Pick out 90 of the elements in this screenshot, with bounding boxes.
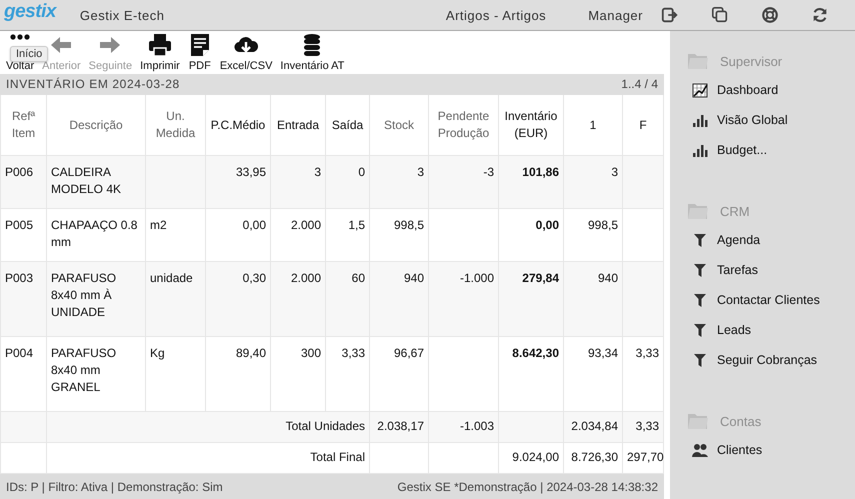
total-label: Total Final (46, 442, 370, 474)
tooltip: Início (10, 46, 48, 62)
status-text: Gestix SE *Demonstração | 2024-03-28 14:38:32 (397, 480, 658, 494)
section-title: Contas (720, 414, 762, 428)
sidebar-item[interactable]: Leads (670, 315, 855, 345)
total-cell: 3,33 (622, 412, 664, 443)
table-cell: 279,84 (498, 262, 564, 337)
sidebar-item[interactable]: Dashboard (670, 75, 855, 105)
table-cell: 3 (370, 156, 428, 209)
exit-icon[interactable] (661, 6, 679, 24)
total-cell: 297,70 (622, 442, 664, 474)
table-cell: 89,40 (206, 336, 270, 412)
table-cell: m2 (146, 208, 206, 262)
pagination: 1..4 / 4 (621, 77, 658, 92)
table-cell: P005 (0, 208, 46, 262)
bar-chart-icon (692, 142, 708, 158)
printer-icon (148, 32, 172, 57)
total-cell: 2.038,17 (370, 412, 428, 443)
toolbar-button[interactable]: PDF (184, 32, 216, 74)
section-title: Supervisor (720, 54, 782, 68)
report-title: INVENTÁRIO EM 2024-03-28 (6, 77, 180, 92)
table-cell: 60 (326, 262, 370, 337)
sidebar-item[interactable]: Tarefas (670, 255, 855, 285)
table-cell: P006 (0, 156, 46, 209)
table-cell: 0,00 (498, 208, 564, 262)
sidebar-item[interactable]: Agenda (670, 225, 855, 255)
table-cell: 3,33 (326, 336, 370, 412)
table-cell: -1.000 (428, 262, 498, 337)
table-cell: Kg (146, 336, 206, 412)
folder-icon (688, 203, 708, 219)
table-cell: CHAPAAÇO 0.8 mm (46, 208, 146, 262)
funnel-icon (692, 292, 708, 308)
table-cell: 3,33 (622, 336, 664, 412)
table-cell: 3 (564, 156, 622, 209)
chart-icon (692, 82, 708, 98)
table-cell: 1,5 (326, 208, 370, 262)
toolbar-button[interactable]: Inventário AT (276, 32, 348, 74)
table-cell: 3 (270, 156, 326, 209)
table-cell: P004 (0, 336, 46, 412)
table-cell: 940 (370, 262, 428, 337)
funnel-icon (692, 322, 708, 338)
user-name: Manager (588, 8, 643, 22)
table-cell: P003 (0, 262, 46, 337)
table-cell: PARAFUSO 8x40 mm GRANEL (46, 336, 146, 412)
table-cell: 0,30 (206, 262, 270, 337)
toolbar-button[interactable]: Excel/CSV (216, 32, 276, 74)
module-title: Artigos - Artigos (446, 8, 546, 22)
table-cell: 101,86 (498, 156, 564, 209)
table-cell: 96,67 (370, 336, 428, 412)
table-cell: 2.000 (270, 262, 326, 337)
table-cell: 998,5 (564, 208, 622, 262)
toolbar-button[interactable]: Imprimir (136, 32, 184, 74)
table-cell: 940 (564, 262, 622, 337)
sidebar-item[interactable]: Budget... (670, 135, 855, 165)
table-cell: PARAFUSO 8x40 mm À UNIDADE (46, 262, 146, 337)
table-cell: 2.000 (270, 208, 326, 262)
sidebar-item[interactable]: Contactar Clientes (670, 285, 855, 315)
sidebar-item[interactable]: Visão Global (670, 105, 855, 135)
total-label: Total Unidades (46, 412, 370, 443)
table-cell: -3 (428, 156, 498, 209)
people-icon (692, 442, 708, 458)
funnel-icon (692, 352, 708, 368)
company-name: Gestix E-tech (80, 8, 164, 22)
funnel-icon (692, 262, 708, 278)
table-cell: 0,00 (206, 208, 270, 262)
funnel-icon (692, 232, 708, 248)
logo: gestix (4, 1, 56, 23)
table-cell: 8.642,30 (498, 336, 564, 412)
folder-icon (688, 53, 708, 69)
more-icon (10, 32, 30, 41)
table-cell: 0 (326, 156, 370, 209)
table-cell: CALDEIRA MODELO 4K (46, 156, 146, 209)
sidebar-item[interactable]: Seguir Cobranças (670, 345, 855, 375)
sidebar-item[interactable]: Clientes (670, 435, 855, 465)
section-title: CRM (720, 204, 750, 218)
table-cell: 33,95 (206, 156, 270, 209)
table-cell: 93,34 (564, 336, 622, 412)
table-cell: 998,5 (370, 208, 428, 262)
folder-icon (688, 413, 708, 429)
table-cell: unidade (146, 262, 206, 337)
status-text: IDs: P | Filtro: Ativa | Demonstração: Sim (6, 480, 223, 494)
total-cell: 2.034,84 (564, 412, 622, 443)
refresh-icon[interactable] (811, 6, 829, 24)
total-cell: 8.726,30 (564, 442, 622, 474)
total-cell: -1.003 (428, 412, 498, 443)
total-cell: 9.024,00 (498, 442, 564, 474)
copy-icon[interactable] (711, 6, 729, 24)
table-cell: 300 (270, 336, 326, 412)
lifebuoy-icon[interactable] (761, 6, 779, 24)
bar-chart-icon (692, 112, 708, 128)
